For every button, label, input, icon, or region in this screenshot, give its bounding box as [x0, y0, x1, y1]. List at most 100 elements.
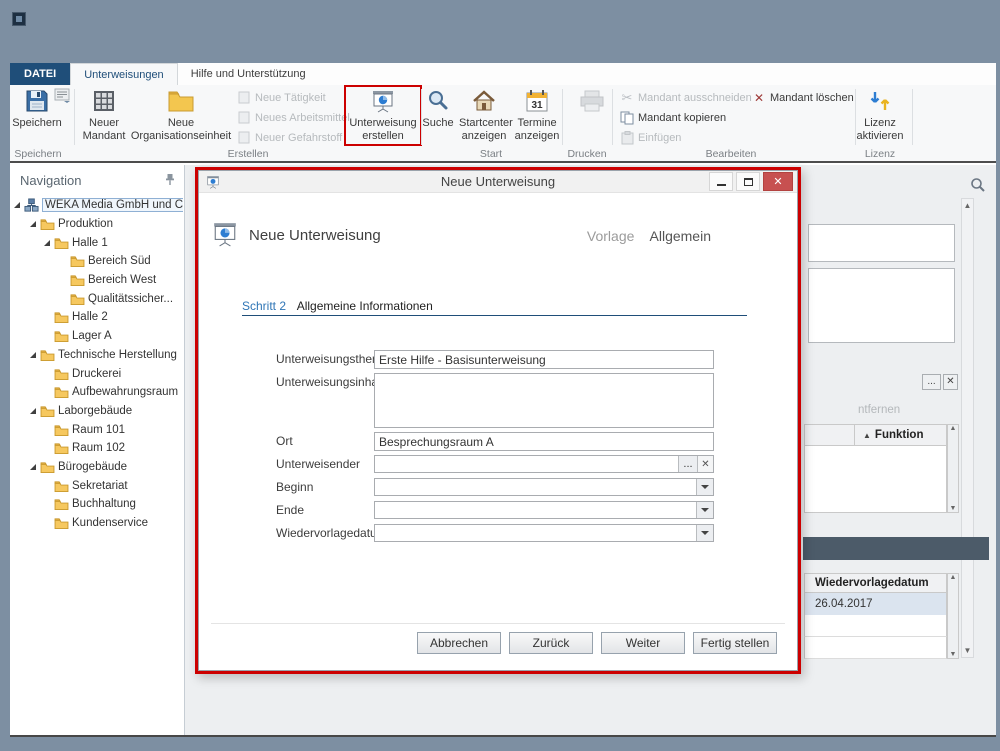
minimize-button[interactable] [709, 172, 733, 191]
background-field[interactable] [808, 224, 955, 262]
scroll-down-icon[interactable]: ▼ [948, 651, 958, 658]
tree-item-root[interactable]: WEKA Media GmbH und C... [10, 196, 183, 215]
table-row[interactable] [804, 615, 947, 637]
tree-item-label[interactable]: Kundenservice [72, 517, 148, 529]
scroll-up-icon[interactable]: ▲ [948, 425, 958, 432]
lizenz-aktivieren-button[interactable]: Lizenz aktivieren [852, 87, 908, 142]
close-button[interactable]: ✕ [763, 172, 793, 191]
tree-item-label[interactable]: Produktion [58, 218, 113, 230]
tree-item[interactable]: Lager A [10, 327, 183, 346]
wiedervorlagedatum-header[interactable]: Wiedervorlagedatum [804, 573, 947, 593]
tree-item[interactable]: Raum 101 [10, 420, 183, 439]
vertical-scrollbar[interactable]: ▲ ▼ [961, 198, 974, 658]
tree-item[interactable]: Bereich Süd [10, 252, 183, 271]
tree-item[interactable]: Laborgebäude [10, 402, 183, 421]
tree-item[interactable]: Sekretariat [10, 476, 183, 495]
ort-input[interactable] [374, 432, 714, 451]
clear-x-button[interactable]: ✕ [943, 374, 958, 390]
tree-item[interactable]: Druckerei [10, 364, 183, 383]
tree-item[interactable]: Raum 102 [10, 439, 183, 458]
table-scrollbar[interactable]: ▲ ▼ [947, 424, 959, 513]
tree-item-label[interactable]: Technische Herstellung [58, 349, 177, 361]
table-scrollbar[interactable]: ▲ ▼ [947, 573, 959, 659]
tree-item-label[interactable]: Halle 2 [72, 311, 108, 323]
tree-item-label[interactable]: Buchhaltung [72, 498, 136, 510]
tree-item-label[interactable]: Halle 1 [72, 237, 108, 249]
suche-button[interactable]: Suche [416, 87, 460, 129]
neue-org-label-2: Organisationseinheit [128, 131, 234, 142]
tree-item[interactable]: Technische Herstellung [10, 346, 183, 365]
mandant-loeschen-button[interactable]: ✕ Mandant löschen [752, 89, 854, 106]
tree-item-label[interactable]: Bereich West [88, 274, 156, 286]
chevron-down-icon[interactable] [696, 525, 713, 541]
unterweisender-picker[interactable]: ... ✕ [374, 455, 714, 473]
tree-item-label[interactable]: Qualitätssicher... [88, 293, 173, 305]
table-row[interactable] [804, 637, 947, 659]
tree-item-label[interactable]: Raum 102 [72, 442, 125, 454]
scroll-down-icon[interactable]: ▼ [962, 644, 973, 657]
browse-button[interactable]: ... [678, 456, 697, 472]
tree-item[interactable]: Buchhaltung [10, 495, 183, 514]
neue-organisationseinheit-button[interactable]: Neue Organisationseinheit [128, 87, 234, 142]
unterweisungsthema-field-wrap [374, 350, 714, 369]
tree-item-label[interactable]: Bürogebäude [58, 461, 127, 473]
tree-item-label[interactable]: Lager A [72, 330, 112, 342]
termine-anzeigen-button[interactable]: 31 Termine anzeigen [512, 87, 562, 142]
maximize-button[interactable] [736, 172, 760, 191]
tree-item[interactable]: Bereich West [10, 271, 183, 290]
neuer-mandant-button[interactable]: Neuer Mandant [72, 87, 136, 142]
pin-icon[interactable] [164, 173, 176, 186]
expander-icon[interactable] [29, 350, 39, 360]
startcenter-anzeigen-button[interactable]: Startcenter anzeigen [459, 87, 509, 142]
funktion-table-header[interactable]: ▲ Funktion [804, 424, 947, 446]
tree-item[interactable]: Halle 1 [10, 233, 183, 252]
beginn-dropdown[interactable] [374, 478, 714, 496]
expander-icon[interactable] [29, 406, 39, 416]
expander-icon[interactable] [29, 462, 39, 472]
tab-unterweisungen[interactable]: Unterweisungen [70, 63, 178, 85]
background-field[interactable] [808, 268, 955, 343]
panel-search-icon[interactable] [970, 177, 986, 193]
dialog-titlebar[interactable]: Neue Unterweisung ✕ [199, 171, 797, 193]
sort-asc-icon: ▲ [863, 431, 871, 440]
scroll-up-icon[interactable]: ▲ [948, 574, 958, 581]
tree-item-label[interactable]: Druckerei [72, 368, 121, 380]
scroll-down-icon[interactable]: ▼ [948, 505, 958, 512]
ribbon-tabstrip: DATEI Unterweisungen Hilfe und Unterstüt… [10, 63, 996, 85]
tab-datei[interactable]: DATEI [10, 63, 70, 85]
fertig-stellen-button[interactable]: Fertig stellen [693, 632, 777, 654]
tab-hilfe-und-unterstuetzung[interactable]: Hilfe und Unterstützung [178, 63, 319, 85]
abbrechen-button[interactable]: Abbrechen [417, 632, 501, 654]
expander-icon[interactable] [13, 200, 23, 210]
tree-item[interactable]: Aufbewahrungsraum [10, 383, 183, 402]
table-row[interactable]: 26.04.2017 [804, 593, 947, 615]
tree-item-label[interactable]: Sekretariat [72, 480, 128, 492]
tree-item-label[interactable]: Laborgebäude [58, 405, 132, 417]
clear-x-icon[interactable]: ✕ [697, 456, 713, 472]
ende-dropdown[interactable] [374, 501, 714, 519]
scroll-up-icon[interactable]: ▲ [962, 199, 973, 212]
tree-item[interactable]: Halle 2 [10, 308, 183, 327]
zurueck-button[interactable]: Zurück [509, 632, 593, 654]
tree-item-label[interactable]: Bereich Süd [88, 255, 151, 267]
unterweisungsthema-input[interactable] [374, 350, 714, 369]
tree-item[interactable]: Bürogebäude [10, 458, 183, 477]
save-options-icon[interactable] [54, 88, 70, 104]
panel-header-bar[interactable] [803, 537, 989, 560]
chevron-down-icon[interactable] [696, 502, 713, 518]
mandant-kopieren-button[interactable]: Mandant kopieren [620, 109, 726, 126]
expander-icon[interactable] [43, 238, 53, 248]
tree-item-label[interactable]: Aufbewahrungsraum [72, 386, 178, 398]
tree-item-label[interactable]: WEKA Media GmbH und C... [42, 198, 183, 212]
browse-button[interactable]: ... [922, 374, 941, 390]
chevron-down-icon[interactable] [696, 479, 713, 495]
tree-item[interactable]: Produktion [10, 215, 183, 234]
tree-item[interactable]: Kundenservice [10, 514, 183, 533]
dialog-title: Neue Unterweisung [199, 171, 797, 193]
wiedervorlagedatum-dropdown[interactable] [374, 524, 714, 542]
tree-item[interactable]: Qualitätssicher... [10, 289, 183, 308]
tree-item-label[interactable]: Raum 101 [72, 424, 125, 436]
unterweisungsinhalt-textarea[interactable] [374, 373, 714, 428]
expander-icon[interactable] [29, 219, 39, 229]
weiter-button[interactable]: Weiter [601, 632, 685, 654]
